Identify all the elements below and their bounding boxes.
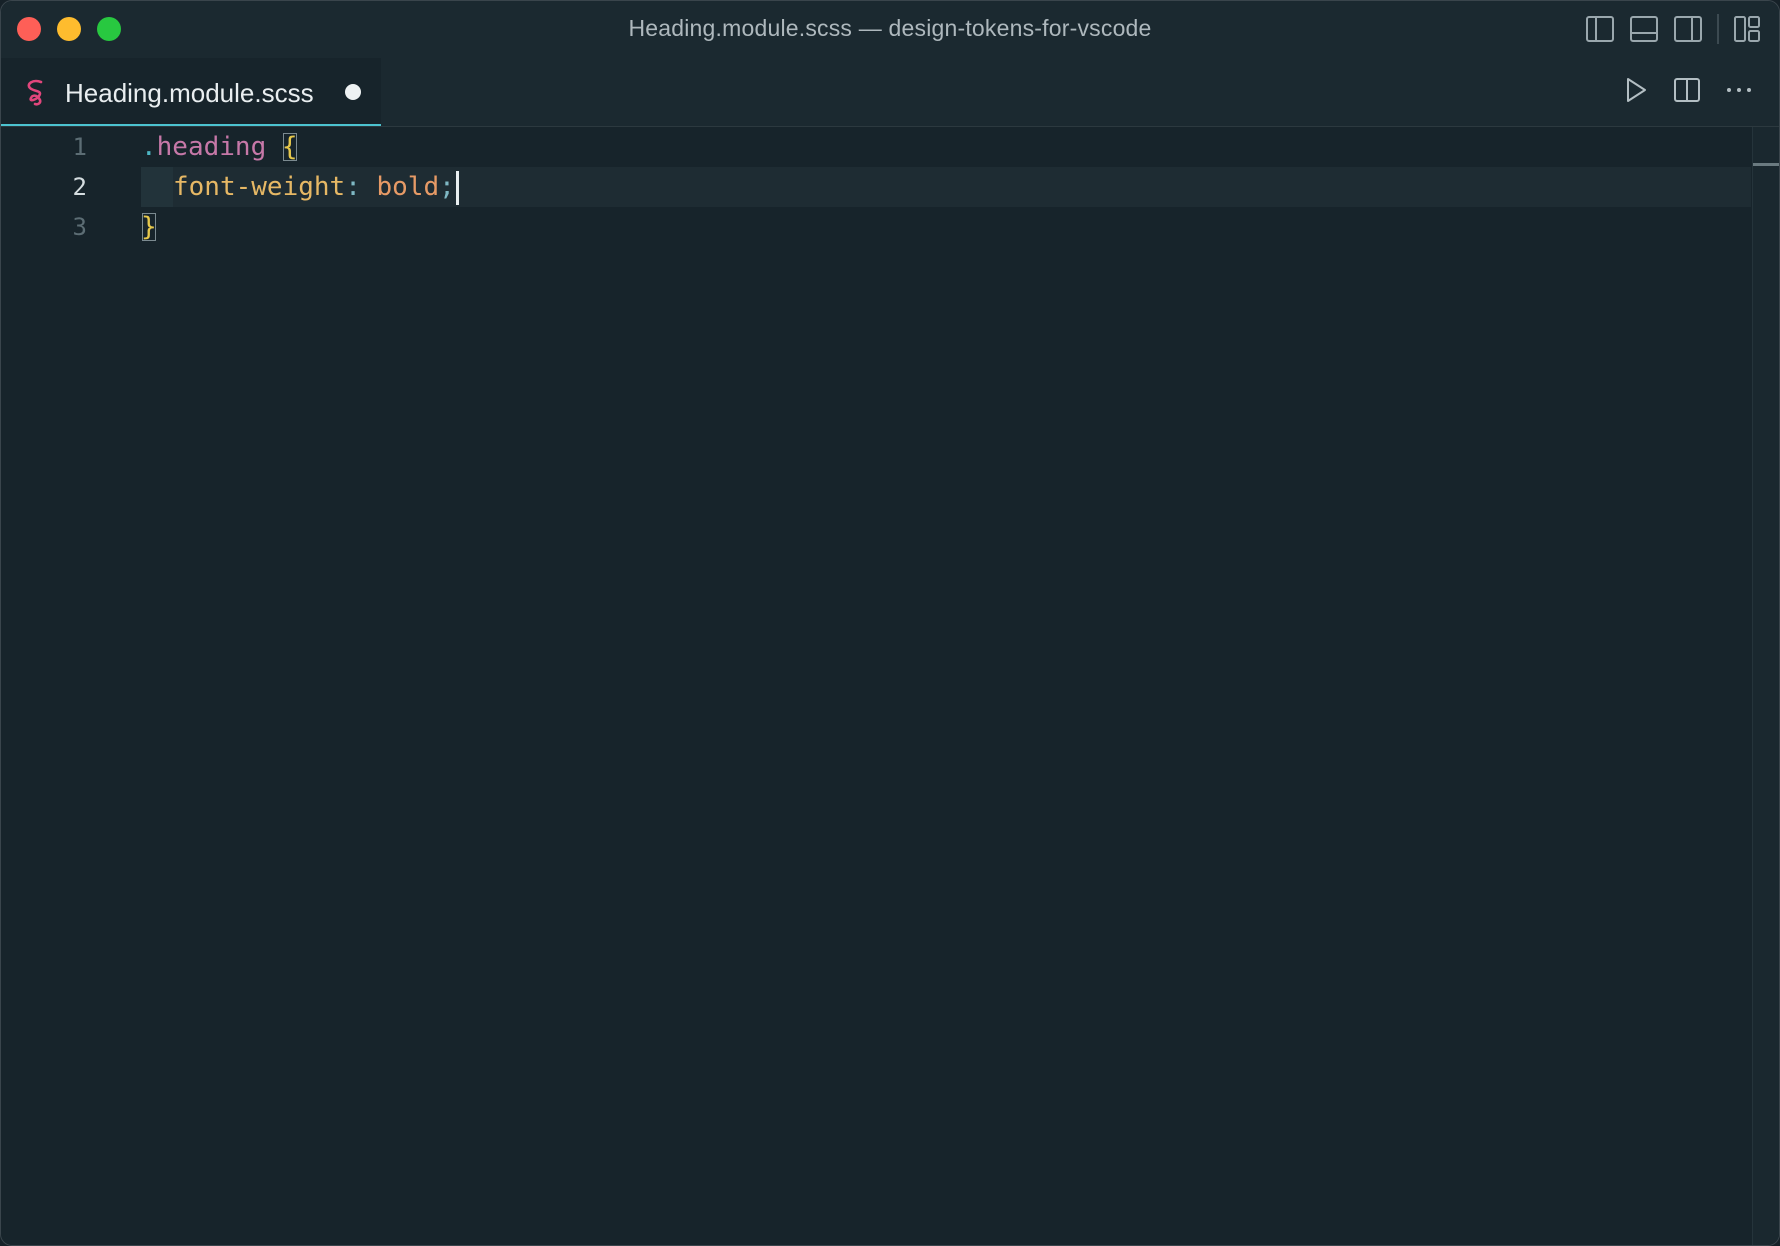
code-editor[interactable]: 1 2 3 .heading { font-weight: bold; } — [1, 127, 1779, 1245]
sass-icon — [23, 78, 49, 111]
line-number: 3 — [72, 213, 87, 241]
toggle-secondary-sidebar-icon[interactable] — [1673, 15, 1703, 43]
layout-controls — [1585, 14, 1761, 44]
selector-name: heading — [156, 132, 267, 162]
split-editor-icon[interactable] — [1673, 76, 1701, 104]
indent-guide — [141, 167, 173, 207]
run-icon[interactable] — [1623, 76, 1649, 104]
open-brace: { — [281, 132, 298, 162]
line-number: 1 — [72, 133, 87, 161]
scrollbar-cursor-marker — [1753, 163, 1779, 166]
editor-actions — [1623, 76, 1753, 104]
unsaved-changes-dot[interactable] — [345, 84, 361, 100]
toggle-panel-icon[interactable] — [1629, 15, 1659, 43]
editor-window: Heading.module.scss — design-tokens-for-… — [0, 0, 1780, 1246]
code-line-3: } — [141, 207, 157, 247]
customize-layout-icon[interactable] — [1733, 15, 1761, 43]
more-actions-icon[interactable] — [1725, 76, 1753, 104]
css-property: font-weight — [173, 172, 346, 202]
css-value: bold — [376, 172, 440, 202]
code-content[interactable]: .heading { font-weight: bold; } — [141, 127, 459, 277]
toolbar-divider — [1717, 14, 1719, 44]
code-line-1: .heading { — [141, 127, 298, 167]
title-bar: Heading.module.scss — design-tokens-for-… — [1, 1, 1779, 58]
tab-heading-module-scss[interactable]: Heading.module.scss — [1, 58, 381, 126]
code-line-2: font-weight: bold; — [141, 167, 459, 207]
tab-label: Heading.module.scss — [65, 78, 314, 108]
line-number-active: 2 — [72, 173, 87, 201]
semicolon: ; — [439, 172, 455, 202]
class-dot: . — [141, 132, 157, 162]
close-brace: } — [141, 212, 157, 242]
text-cursor — [455, 170, 459, 205]
tab-bar: Heading.module.scss — [1, 58, 1779, 127]
vertical-scrollbar[interactable] — [1752, 127, 1779, 1245]
toggle-primary-sidebar-icon[interactable] — [1585, 15, 1615, 43]
window-title: Heading.module.scss — design-tokens-for-… — [628, 15, 1152, 41]
colon: : — [345, 172, 361, 202]
